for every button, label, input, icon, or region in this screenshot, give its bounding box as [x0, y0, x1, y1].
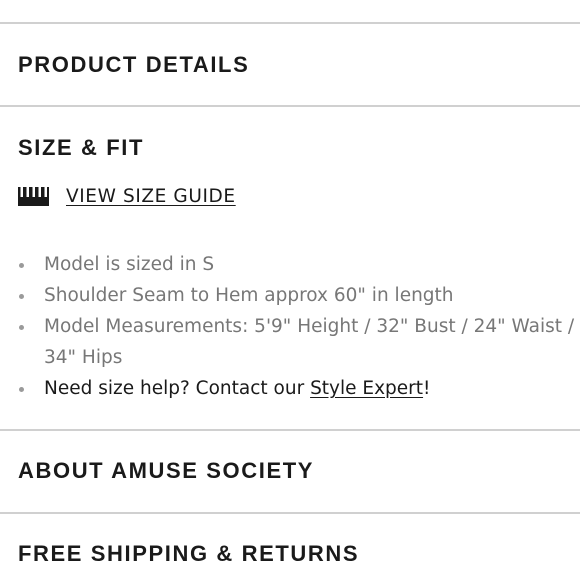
divider-product-details — [0, 105, 580, 107]
size-help-suffix: ! — [423, 378, 431, 399]
style-expert-link[interactable]: Style Expert — [310, 378, 423, 399]
list-item: Model Measurements: 5'9" Height / 32" Bu… — [0, 311, 580, 373]
list-item: Shoulder Seam to Hem approx 60" in lengt… — [0, 280, 580, 311]
ruler-icon — [18, 187, 49, 206]
size-guide-link[interactable]: VIEW SIZE GUIDE — [18, 186, 236, 207]
size-help-item: Need size help? Contact our Style Expert… — [0, 373, 580, 404]
list-item: Model is sized in S — [0, 249, 580, 280]
size-fit-details-list: Model is sized in S Shoulder Seam to Hem… — [0, 249, 580, 404]
divider-top — [0, 22, 580, 24]
size-help-text: Need size help? Contact our — [44, 378, 311, 399]
size-guide-label[interactable]: VIEW SIZE GUIDE — [66, 186, 236, 207]
divider-about — [0, 512, 580, 514]
free-shipping-returns-heading[interactable]: FREE SHIPPING & RETURNS — [18, 541, 359, 567]
size-fit-heading[interactable]: SIZE & FIT — [18, 135, 144, 161]
about-amuse-society-heading[interactable]: ABOUT AMUSE SOCIETY — [18, 458, 314, 484]
product-details-heading[interactable]: PRODUCT DETAILS — [18, 52, 249, 78]
divider-size-fit — [0, 429, 580, 431]
